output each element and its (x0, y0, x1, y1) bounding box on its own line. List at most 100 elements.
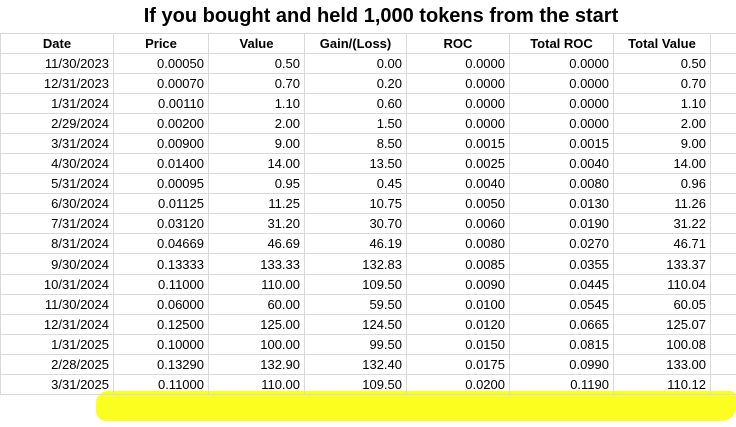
cell-total-value[interactable]: 110.04 (613, 274, 711, 295)
cell-price[interactable]: 0.06000 (113, 294, 209, 315)
cell-roc[interactable]: 0.0040 (406, 173, 510, 194)
empty-cell[interactable] (710, 213, 736, 234)
cell-total-roc[interactable]: 0.0000 (509, 53, 614, 74)
cell-roc[interactable]: 0.0120 (406, 314, 510, 335)
cell-total-value[interactable]: 1.10 (613, 93, 711, 114)
cell-gain-loss[interactable]: 0.00 (304, 53, 407, 74)
cell-total-roc[interactable]: 0.0190 (509, 213, 614, 234)
cell-roc[interactable]: 0.0025 (406, 153, 510, 174)
cell-total-value[interactable]: 31.22 (613, 213, 711, 234)
empty-cell[interactable] (710, 354, 736, 375)
empty-cell[interactable] (710, 233, 736, 254)
cell-value[interactable]: 132.90 (208, 354, 305, 375)
cell-gain-loss[interactable]: 30.70 (304, 213, 407, 234)
empty-cell[interactable] (710, 93, 736, 114)
header-value[interactable]: Value (208, 33, 305, 54)
cell-value[interactable]: 110.00 (208, 274, 305, 295)
cell-date[interactable]: 9/30/2024 (0, 253, 114, 275)
cell-total-roc[interactable]: 0.0815 (509, 334, 614, 355)
cell-date[interactable]: 4/30/2024 (0, 153, 114, 174)
cell-total-value[interactable]: 11.26 (613, 193, 711, 214)
empty-cell[interactable] (710, 173, 736, 194)
cell-roc[interactable]: 0.0000 (406, 93, 510, 114)
cell-roc[interactable]: 0.0060 (406, 213, 510, 234)
cell-roc[interactable]: 0.0090 (406, 274, 510, 295)
cell-gain-loss[interactable]: 8.50 (304, 133, 407, 154)
cell-price[interactable]: 0.01125 (113, 193, 209, 214)
cell-value[interactable]: 133.33 (208, 253, 305, 275)
empty-cell[interactable] (710, 374, 736, 395)
empty-cell[interactable] (710, 33, 736, 54)
cell-roc[interactable]: 0.0000 (406, 53, 510, 74)
header-price[interactable]: Price (113, 33, 209, 54)
empty-cell[interactable] (710, 274, 736, 295)
cell-price[interactable]: 0.00070 (113, 73, 209, 94)
cell-price[interactable]: 0.12500 (113, 314, 209, 335)
cell-total-roc[interactable]: 0.0545 (509, 294, 614, 315)
header-date[interactable]: Date (0, 33, 114, 54)
cell-total-value[interactable]: 46.71 (613, 233, 711, 254)
cell-date[interactable]: 2/28/2025 (0, 354, 114, 375)
cell-roc[interactable]: 0.0200 (406, 374, 510, 395)
empty-cell[interactable] (710, 153, 736, 174)
cell-total-value[interactable]: 60.05 (613, 294, 711, 315)
cell-total-value[interactable]: 110.12 (613, 374, 711, 395)
cell-total-roc[interactable]: 0.0665 (509, 314, 614, 335)
cell-total-value[interactable]: 133.00 (613, 354, 711, 375)
cell-total-roc[interactable]: 0.0040 (509, 153, 614, 174)
cell-gain-loss[interactable]: 13.50 (304, 153, 407, 174)
cell-roc[interactable]: 0.0085 (406, 253, 510, 275)
empty-cell[interactable] (710, 113, 736, 134)
cell-gain-loss[interactable]: 124.50 (304, 314, 407, 335)
cell-price[interactable]: 0.03120 (113, 213, 209, 234)
cell-roc[interactable]: 0.0175 (406, 354, 510, 375)
cell-price[interactable]: 0.11000 (113, 374, 209, 395)
cell-price[interactable]: 0.00200 (113, 113, 209, 134)
cell-gain-loss[interactable]: 59.50 (304, 294, 407, 315)
cell-total-roc[interactable]: 0.0015 (509, 133, 614, 154)
cell-date[interactable]: 12/31/2023 (0, 73, 114, 94)
cell-price[interactable]: 0.10000 (113, 334, 209, 355)
cell-value[interactable]: 100.00 (208, 334, 305, 355)
header-roc[interactable]: ROC (406, 33, 510, 54)
cell-price[interactable]: 0.13333 (113, 253, 209, 275)
empty-cell[interactable] (710, 253, 736, 275)
cell-value[interactable]: 1.10 (208, 93, 305, 114)
cell-total-roc[interactable]: 0.1190 (509, 374, 614, 395)
cell-date[interactable]: 11/30/2024 (0, 294, 114, 315)
cell-total-value[interactable]: 0.50 (613, 53, 711, 74)
cell-date[interactable]: 1/31/2024 (0, 93, 114, 114)
empty-cell[interactable] (710, 314, 736, 335)
cell-gain-loss[interactable]: 0.20 (304, 73, 407, 94)
cell-total-roc[interactable]: 0.0000 (509, 73, 614, 94)
cell-gain-loss[interactable]: 109.50 (304, 374, 407, 395)
cell-date[interactable]: 6/30/2024 (0, 193, 114, 214)
cell-value[interactable]: 14.00 (208, 153, 305, 174)
header-total-value[interactable]: Total Value (613, 33, 711, 54)
cell-gain-loss[interactable]: 10.75 (304, 193, 407, 214)
empty-cell[interactable] (710, 133, 736, 154)
cell-date[interactable]: 5/31/2024 (0, 173, 114, 194)
cell-gain-loss[interactable]: 99.50 (304, 334, 407, 355)
cell-date[interactable]: 11/30/2023 (0, 53, 114, 74)
cell-gain-loss[interactable]: 132.83 (304, 253, 407, 275)
cell-total-roc[interactable]: 0.0000 (509, 93, 614, 114)
cell-roc[interactable]: 0.0000 (406, 113, 510, 134)
cell-price[interactable]: 0.00110 (113, 93, 209, 114)
cell-gain-loss[interactable]: 109.50 (304, 274, 407, 295)
cell-date[interactable]: 3/31/2025 (0, 374, 114, 395)
cell-total-value[interactable]: 133.37 (613, 253, 711, 275)
cell-total-roc[interactable]: 0.0130 (509, 193, 614, 214)
cell-total-value[interactable]: 100.08 (613, 334, 711, 355)
cell-value[interactable]: 9.00 (208, 133, 305, 154)
cell-gain-loss[interactable]: 0.60 (304, 93, 407, 114)
empty-cell[interactable] (710, 73, 736, 94)
cell-price[interactable]: 0.00095 (113, 173, 209, 194)
cell-total-roc[interactable]: 0.0355 (509, 253, 614, 275)
cell-price[interactable]: 0.00900 (113, 133, 209, 154)
cell-gain-loss[interactable]: 46.19 (304, 233, 407, 254)
cell-roc[interactable]: 0.0000 (406, 73, 510, 94)
cell-date[interactable]: 10/31/2024 (0, 274, 114, 295)
cell-price[interactable]: 0.01400 (113, 153, 209, 174)
cell-roc[interactable]: 0.0100 (406, 294, 510, 315)
